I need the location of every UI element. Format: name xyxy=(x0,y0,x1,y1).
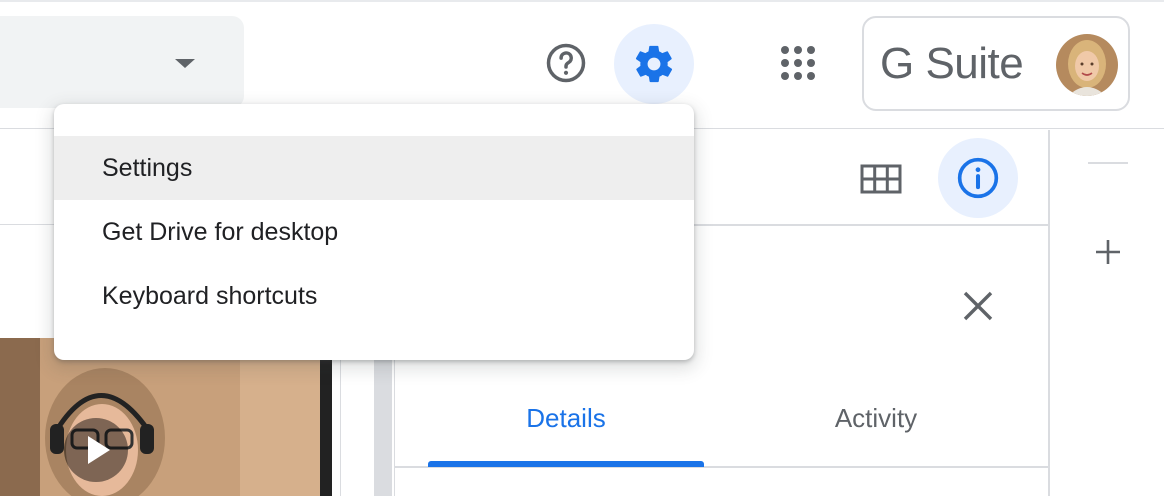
tab-details[interactable]: Details xyxy=(428,392,704,466)
active-tab-indicator xyxy=(428,461,704,467)
gear-icon xyxy=(635,45,673,83)
info-button[interactable] xyxy=(938,138,1018,218)
search-box[interactable] xyxy=(0,16,244,108)
play-icon[interactable] xyxy=(64,418,128,482)
menu-item-get-drive-desktop[interactable]: Get Drive for desktop xyxy=(54,200,694,264)
help-circle-icon xyxy=(546,43,586,83)
grid-view-button[interactable] xyxy=(858,160,904,198)
rail-divider xyxy=(1088,162,1128,164)
gsuite-logo-text: G Suite xyxy=(880,39,1024,88)
account-button[interactable]: G Suite xyxy=(862,16,1130,111)
close-icon xyxy=(963,291,993,321)
menu-item-settings[interactable]: Settings xyxy=(54,136,694,200)
tab-activity[interactable]: Activity xyxy=(738,392,1014,466)
menu-item-keyboard-shortcuts[interactable]: Keyboard shortcuts xyxy=(54,264,694,328)
scrollbar[interactable] xyxy=(374,360,392,496)
add-addon-button[interactable] xyxy=(1090,234,1126,270)
settings-menu: Settings Get Drive for desktop Keyboard … xyxy=(54,104,694,360)
help-button[interactable] xyxy=(545,42,587,84)
grid-view-icon xyxy=(860,164,902,194)
avatar[interactable] xyxy=(1056,34,1118,96)
side-panel-rail xyxy=(1052,130,1164,496)
close-button[interactable] xyxy=(956,284,1000,328)
caret-down-icon[interactable] xyxy=(175,59,195,68)
video-thumbnail[interactable] xyxy=(0,338,332,496)
settings-button[interactable] xyxy=(614,24,694,104)
info-icon xyxy=(957,157,999,199)
apps-grid-icon xyxy=(781,46,815,80)
plus-icon xyxy=(1096,240,1120,264)
apps-button[interactable] xyxy=(775,40,821,86)
